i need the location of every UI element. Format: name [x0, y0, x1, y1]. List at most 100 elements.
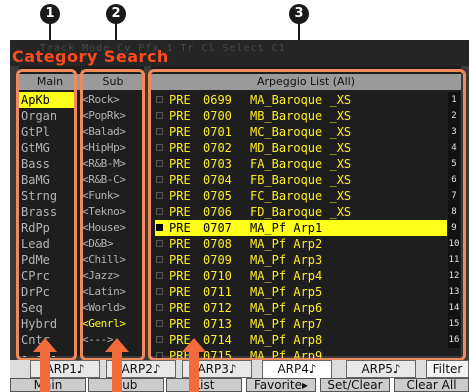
arpeggio-number: 0704	[203, 173, 232, 187]
sub-category-item[interactable]: <Rock>	[82, 92, 140, 108]
sub-category-item[interactable]: <Balad>	[82, 124, 140, 140]
arpeggio-bank: PRE	[169, 109, 191, 123]
main-category-item[interactable]: PdMe	[19, 252, 75, 268]
arpeggio-number: 0711	[203, 285, 232, 299]
arpeggio-row[interactable]: PRE 0705 FC_Baroque _XS	[155, 188, 447, 204]
row-number: 7	[448, 188, 460, 204]
sub-category-item[interactable]: <Chill>	[82, 252, 140, 268]
main-category-item[interactable]: ApKb	[19, 92, 75, 108]
callout-2: 2	[106, 4, 126, 24]
row-number: 2	[448, 108, 460, 124]
arpeggio-list-header: Arpeggio List (All)	[151, 74, 461, 90]
selection-mark-icon	[156, 176, 163, 183]
arpeggio-bank: PRE	[169, 173, 191, 187]
arpeggio-name: MB_Baroque _XS	[250, 109, 352, 123]
arpeggio-number: 0705	[203, 189, 232, 203]
sub-category-item[interactable]: <HipHp>	[82, 140, 140, 156]
main-category-item[interactable]: RdPp	[19, 220, 75, 236]
row-number: 8	[448, 204, 460, 220]
row-number: 1	[448, 92, 460, 108]
arpeggio-row[interactable]: PRE 0706 FD_Baroque _XS	[155, 204, 447, 220]
main-category-item[interactable]: Brass	[19, 204, 75, 220]
sub-category-item[interactable]: <Latin>	[82, 284, 140, 300]
arpeggio-bank: PRE	[169, 157, 191, 171]
sub-category-item[interactable]: <World>	[82, 300, 140, 316]
sub-arrow-icon	[105, 338, 129, 392]
clear-all-button[interactable]: Clear All	[394, 378, 469, 392]
arpeggio-row[interactable]: PRE 0712 MA_Pf Arp6	[155, 300, 447, 316]
tab-arp4[interactable]: ARP4♪	[262, 360, 332, 378]
sub-category-item[interactable]: <R&B-C>	[82, 172, 140, 188]
arpeggio-number: 0714	[203, 333, 232, 347]
arpeggio-bank: PRE	[169, 205, 191, 219]
set-clear-button[interactable]: Set/Clear	[320, 378, 390, 392]
arpeggio-row[interactable]: PRE 0709 MA_Pf Arp3	[155, 252, 447, 268]
arpeggio-name: FB_Baroque _XS	[250, 173, 352, 187]
filter-tab[interactable]: Filter	[426, 360, 469, 378]
row-number: 10	[448, 236, 460, 252]
sub-category-item[interactable]: <Tekno>	[82, 204, 140, 220]
arpeggio-number: 0701	[203, 125, 232, 139]
arpeggio-name: FA_Baroque _XS	[250, 157, 352, 171]
sub-category-item[interactable]: <D&B>	[82, 236, 140, 252]
arpeggio-bank: PRE	[169, 221, 191, 235]
sub-category-item[interactable]: <PopRk>	[82, 108, 140, 124]
arpeggio-row[interactable]: PRE 0701 MC_Baroque _XS	[155, 124, 447, 140]
selection-mark-icon	[156, 160, 163, 167]
arpeggio-row[interactable]: PRE 0713 MA_Pf Arp7	[155, 316, 447, 332]
main-category-item[interactable]: Strng	[19, 188, 75, 204]
arpeggio-row[interactable]: PRE 0702 MD_Baroque _XS	[155, 140, 447, 156]
selection-mark-icon	[156, 320, 163, 327]
row-number: 16	[448, 332, 460, 348]
row-number: 3	[448, 124, 460, 140]
row-number: 6	[448, 172, 460, 188]
arpeggio-row[interactable]: PRE 0710 MA_Pf Arp4	[155, 268, 447, 284]
main-category-item[interactable]: BaMG	[19, 172, 75, 188]
arpeggio-bank: PRE	[169, 189, 191, 203]
arpeggio-bank: PRE	[169, 253, 191, 267]
arpeggio-row[interactable]: PRE 0707 MA_Pf Arp1	[155, 220, 447, 236]
main-category-item[interactable]: Hybrd	[19, 316, 75, 332]
favorite-button[interactable]: Favorite▸	[246, 378, 316, 392]
tab-arp5[interactable]: ARP5♪	[346, 360, 416, 378]
sub-category-item[interactable]: <Jazz>	[82, 268, 140, 284]
main-category-item[interactable]: Lead	[19, 236, 75, 252]
callout-1: 1	[40, 4, 60, 24]
selection-mark-icon	[156, 96, 163, 103]
arpeggio-name: FD_Baroque _XS	[250, 205, 352, 219]
page-title: Category Search	[12, 47, 169, 66]
arpeggio-row[interactable]: PRE 0708 MA_Pf Arp2	[155, 236, 447, 252]
arpeggio-row[interactable]: PRE 0704 FB_Baroque _XS	[155, 172, 447, 188]
sub-category-item[interactable]: <Genrl>	[82, 316, 140, 332]
main-category-item[interactable]: Seq	[19, 300, 75, 316]
arpeggio-number: 0707	[203, 221, 232, 235]
selection-mark-icon	[156, 192, 163, 199]
main-category-item[interactable]: GtMG	[19, 140, 75, 156]
arpeggio-row[interactable]: PRE 0703 FA_Baroque _XS	[155, 156, 447, 172]
arpeggio-name: MA_Pf Arp7	[250, 317, 323, 331]
sub-category-item[interactable]: <R&B-M>	[82, 156, 140, 172]
row-number: 5	[448, 156, 460, 172]
arpeggio-bank: PRE	[169, 237, 191, 251]
arpeggio-number: 0703	[203, 157, 232, 171]
selection-mark-icon	[156, 304, 163, 311]
row-number: 11	[448, 252, 460, 268]
row-number: 4	[448, 140, 460, 156]
main-category-item[interactable]: CPrc	[19, 268, 75, 284]
row-number: 14	[448, 300, 460, 316]
arpeggio-bank: PRE	[169, 141, 191, 155]
arpeggio-row[interactable]: PRE 0700 MB_Baroque _XS	[155, 108, 447, 124]
main-category-item[interactable]: Bass	[19, 156, 75, 172]
arpeggio-name: MA_Pf Arp8	[250, 333, 323, 347]
arpeggio-row[interactable]: PRE 0699 MA_Baroque _XS	[155, 92, 447, 108]
selection-mark-icon	[156, 352, 163, 359]
selection-mark-icon	[156, 240, 163, 247]
main-category-item[interactable]: GtPl	[19, 124, 75, 140]
main-category-item[interactable]: Organ	[19, 108, 75, 124]
sub-category-item[interactable]: <House>	[82, 220, 140, 236]
arpeggio-row[interactable]: PRE 0711 MA_Pf Arp5	[155, 284, 447, 300]
sub-category-item[interactable]: <Funk>	[82, 188, 140, 204]
main-category-item[interactable]: DrPc	[19, 284, 75, 300]
arpeggio-number: 0710	[203, 269, 232, 283]
row-number: 13	[448, 284, 460, 300]
